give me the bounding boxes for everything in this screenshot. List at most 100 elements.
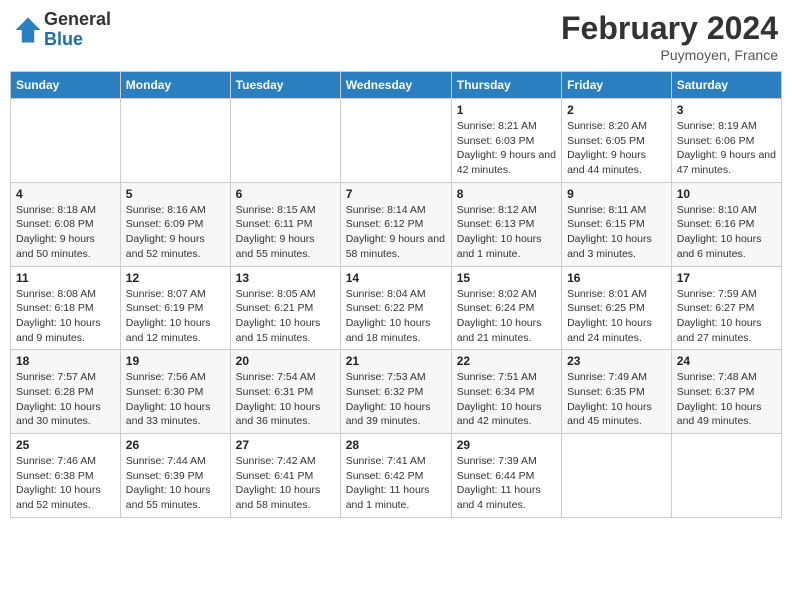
logo-general: General (44, 10, 111, 30)
day-info: Sunrise: 7:49 AM Sunset: 6:35 PM Dayligh… (567, 370, 666, 429)
logo: General Blue (14, 10, 111, 50)
day-number: 27 (236, 438, 335, 452)
day-info: Sunrise: 8:01 AM Sunset: 6:25 PM Dayligh… (567, 287, 666, 346)
page-header: General Blue February 2024 Puymoyen, Fra… (10, 10, 782, 63)
calendar-week-2: 11 Sunrise: 8:08 AM Sunset: 6:18 PM Dayli… (11, 266, 782, 350)
day-info: Sunrise: 8:07 AM Sunset: 6:19 PM Dayligh… (126, 287, 225, 346)
day-info: Sunrise: 8:21 AM Sunset: 6:03 PM Dayligh… (457, 119, 556, 178)
day-number: 6 (236, 187, 335, 201)
day-info: Sunrise: 8:18 AM Sunset: 6:08 PM Dayligh… (16, 203, 115, 262)
day-number: 20 (236, 354, 335, 368)
calendar-cell: 6Sunrise: 8:15 AM Sunset: 6:11 PM Daylig… (230, 182, 340, 266)
day-number: 3 (677, 103, 776, 117)
day-number: 28 (346, 438, 446, 452)
calendar-cell: 24 Sunrise: 7:48 AM Sunset: 6:37 PM Dayli… (671, 350, 781, 434)
day-number: 2 (567, 103, 666, 117)
day-info: Sunrise: 7:51 AM Sunset: 6:34 PM Dayligh… (457, 370, 556, 429)
calendar-cell: 11 Sunrise: 8:08 AM Sunset: 6:18 PM Dayli… (11, 266, 121, 350)
day-header-thursday: Thursday (451, 72, 561, 99)
day-number: 22 (457, 354, 556, 368)
day-info: Sunrise: 8:20 AM Sunset: 6:05 PM Dayligh… (567, 119, 666, 178)
calendar-cell: 19 Sunrise: 7:56 AM Sunset: 6:30 PM Dayli… (120, 350, 230, 434)
day-info: Sunrise: 7:54 AM Sunset: 6:31 PM Dayligh… (236, 370, 335, 429)
day-info: Sunrise: 7:59 AM Sunset: 6:27 PM Dayligh… (677, 287, 776, 346)
calendar-cell: 20 Sunrise: 7:54 AM Sunset: 6:31 PM Dayli… (230, 350, 340, 434)
calendar-cell: 3 Sunrise: 8:19 AM Sunset: 6:06 PM Daylig… (671, 99, 781, 183)
calendar-table: SundayMondayTuesdayWednesdayThursdayFrid… (10, 71, 782, 518)
day-number: 18 (16, 354, 115, 368)
day-info: Sunrise: 7:53 AM Sunset: 6:32 PM Dayligh… (346, 370, 446, 429)
day-info: Sunrise: 7:56 AM Sunset: 6:30 PM Dayligh… (126, 370, 225, 429)
day-number: 11 (16, 271, 115, 285)
day-info: Sunrise: 8:08 AM Sunset: 6:18 PM Dayligh… (16, 287, 115, 346)
calendar-cell (671, 434, 781, 518)
logo-blue: Blue (44, 30, 111, 50)
calendar-cell (562, 434, 672, 518)
day-info: Sunrise: 8:19 AM Sunset: 6:06 PM Dayligh… (677, 119, 776, 178)
day-info: Sunrise: 8:14 AM Sunset: 6:12 PM Dayligh… (346, 203, 446, 262)
day-info: Sunrise: 8:02 AM Sunset: 6:24 PM Dayligh… (457, 287, 556, 346)
day-number: 21 (346, 354, 446, 368)
day-number: 26 (126, 438, 225, 452)
calendar-week-3: 18 Sunrise: 7:57 AM Sunset: 6:28 PM Dayli… (11, 350, 782, 434)
day-header-monday: Monday (120, 72, 230, 99)
day-info: Sunrise: 7:42 AM Sunset: 6:41 PM Dayligh… (236, 454, 335, 513)
day-number: 23 (567, 354, 666, 368)
calendar-week-1: 4Sunrise: 8:18 AM Sunset: 6:08 PM Daylig… (11, 182, 782, 266)
day-number: 25 (16, 438, 115, 452)
calendar-cell: 25 Sunrise: 7:46 AM Sunset: 6:38 PM Dayli… (11, 434, 121, 518)
day-number: 14 (346, 271, 446, 285)
day-info: Sunrise: 8:12 AM Sunset: 6:13 PM Dayligh… (457, 203, 556, 262)
days-header-row: SundayMondayTuesdayWednesdayThursdayFrid… (11, 72, 782, 99)
logo-icon (14, 16, 42, 44)
day-number: 10 (677, 187, 776, 201)
calendar-cell: 26 Sunrise: 7:44 AM Sunset: 6:39 PM Dayli… (120, 434, 230, 518)
calendar-cell: 15 Sunrise: 8:02 AM Sunset: 6:24 PM Dayli… (451, 266, 561, 350)
day-number: 9 (567, 187, 666, 201)
day-number: 12 (126, 271, 225, 285)
day-number: 17 (677, 271, 776, 285)
calendar-cell: 23 Sunrise: 7:49 AM Sunset: 6:35 PM Dayli… (562, 350, 672, 434)
day-info: Sunrise: 7:48 AM Sunset: 6:37 PM Dayligh… (677, 370, 776, 429)
calendar-cell: 12 Sunrise: 8:07 AM Sunset: 6:19 PM Dayli… (120, 266, 230, 350)
day-info: Sunrise: 8:11 AM Sunset: 6:15 PM Dayligh… (567, 203, 666, 262)
calendar-cell: 4Sunrise: 8:18 AM Sunset: 6:08 PM Daylig… (11, 182, 121, 266)
calendar-cell: 10 Sunrise: 8:10 AM Sunset: 6:16 PM Dayli… (671, 182, 781, 266)
calendar-cell: 18 Sunrise: 7:57 AM Sunset: 6:28 PM Dayli… (11, 350, 121, 434)
calendar-cell: 17 Sunrise: 7:59 AM Sunset: 6:27 PM Dayli… (671, 266, 781, 350)
calendar-cell: 13 Sunrise: 8:05 AM Sunset: 6:21 PM Dayli… (230, 266, 340, 350)
day-info: Sunrise: 7:44 AM Sunset: 6:39 PM Dayligh… (126, 454, 225, 513)
day-number: 13 (236, 271, 335, 285)
day-info: Sunrise: 7:46 AM Sunset: 6:38 PM Dayligh… (16, 454, 115, 513)
calendar-week-4: 25 Sunrise: 7:46 AM Sunset: 6:38 PM Dayli… (11, 434, 782, 518)
day-info: Sunrise: 7:39 AM Sunset: 6:44 PM Dayligh… (457, 454, 556, 513)
day-info: Sunrise: 8:10 AM Sunset: 6:16 PM Dayligh… (677, 203, 776, 262)
day-number: 8 (457, 187, 556, 201)
calendar-cell: 8 Sunrise: 8:12 AM Sunset: 6:13 PM Daylig… (451, 182, 561, 266)
day-number: 16 (567, 271, 666, 285)
day-number: 1 (457, 103, 556, 117)
calendar-week-0: 1 Sunrise: 8:21 AM Sunset: 6:03 PM Daylig… (11, 99, 782, 183)
day-number: 5 (126, 187, 225, 201)
day-number: 15 (457, 271, 556, 285)
calendar-title: February 2024 (561, 10, 778, 47)
day-number: 24 (677, 354, 776, 368)
day-info: Sunrise: 8:04 AM Sunset: 6:22 PM Dayligh… (346, 287, 446, 346)
calendar-header: SundayMondayTuesdayWednesdayThursdayFrid… (11, 72, 782, 99)
day-header-friday: Friday (562, 72, 672, 99)
day-info: Sunrise: 7:57 AM Sunset: 6:28 PM Dayligh… (16, 370, 115, 429)
day-header-sunday: Sunday (11, 72, 121, 99)
day-number: 7 (346, 187, 446, 201)
calendar-cell (230, 99, 340, 183)
calendar-cell: 7 Sunrise: 8:14 AM Sunset: 6:12 PM Daylig… (340, 182, 451, 266)
calendar-cell (120, 99, 230, 183)
day-info: Sunrise: 8:05 AM Sunset: 6:21 PM Dayligh… (236, 287, 335, 346)
day-number: 29 (457, 438, 556, 452)
logo-text: General Blue (44, 10, 111, 50)
calendar-cell: 21 Sunrise: 7:53 AM Sunset: 6:32 PM Dayli… (340, 350, 451, 434)
day-number: 19 (126, 354, 225, 368)
calendar-cell: 2 Sunrise: 8:20 AM Sunset: 6:05 PM Daylig… (562, 99, 672, 183)
day-info: Sunrise: 7:41 AM Sunset: 6:42 PM Dayligh… (346, 454, 446, 513)
calendar-cell: 29 Sunrise: 7:39 AM Sunset: 6:44 PM Dayli… (451, 434, 561, 518)
calendar-cell: 22 Sunrise: 7:51 AM Sunset: 6:34 PM Dayli… (451, 350, 561, 434)
